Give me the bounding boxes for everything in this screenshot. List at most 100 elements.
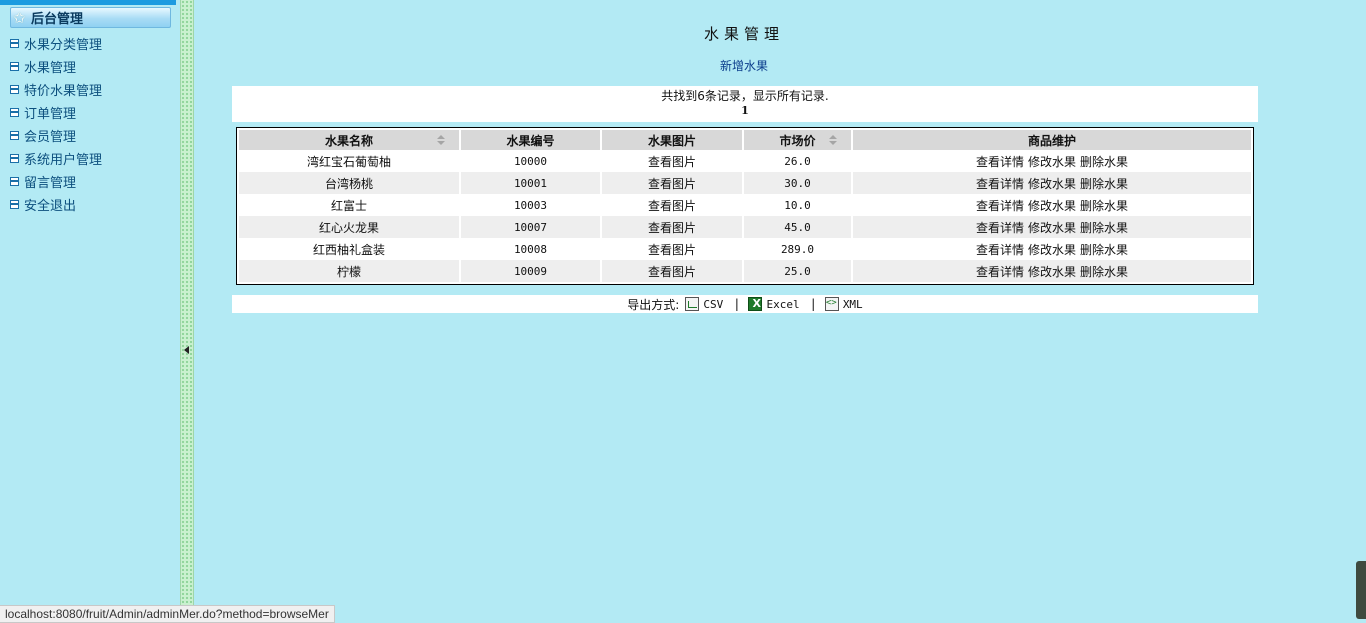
table-row: 红富士 10003 查看图片 10.0 查看详情 修改水果 删除水果 xyxy=(239,194,1251,216)
export-xml-link[interactable]: XML xyxy=(824,297,863,311)
cell-id: 10003 xyxy=(461,194,602,216)
cell-price: 26.0 xyxy=(744,150,853,172)
sidebar-item-system-users[interactable]: 系统用户管理 xyxy=(10,147,102,170)
view-image-link[interactable]: 查看图片 xyxy=(602,260,744,282)
fruit-table: 水果名称 水果编号 水果图片 市场价 商品维护 湾红宝石葡萄柚 10000 查看… xyxy=(239,130,1251,282)
sidebar-menu: 水果分类管理 水果管理 特价水果管理 订单管理 会员管理 系统用户管理 留言管理… xyxy=(10,32,102,216)
star-icon: ✩ xyxy=(13,8,26,27)
cell-id: 10000 xyxy=(461,150,602,172)
view-details-link[interactable]: 查看详情 xyxy=(976,199,1024,213)
export-csv-link[interactable]: CSV xyxy=(685,297,723,311)
sort-icon[interactable] xyxy=(437,135,445,145)
list-bullet-icon xyxy=(10,200,19,209)
view-details-link[interactable]: 查看详情 xyxy=(976,265,1024,279)
delete-fruit-link[interactable]: 删除水果 xyxy=(1080,265,1128,279)
edit-fruit-link[interactable]: 修改水果 xyxy=(1028,221,1076,235)
sidebar-item-label: 安全退出 xyxy=(24,199,77,214)
cell-actions: 查看详情 修改水果 删除水果 xyxy=(853,172,1251,194)
list-bullet-icon xyxy=(10,108,19,117)
view-image-link[interactable]: 查看图片 xyxy=(602,194,744,216)
sidebar: ✩ 后台管理 水果分类管理 水果管理 特价水果管理 订单管理 会员管理 系统用户… xyxy=(0,0,180,623)
sidebar-top-strip xyxy=(0,0,176,5)
table-row: 柠檬 10009 查看图片 25.0 查看详情 修改水果 删除水果 xyxy=(239,260,1251,282)
export-separator: | xyxy=(733,297,741,311)
xml-icon xyxy=(824,297,839,311)
list-bullet-icon xyxy=(10,177,19,186)
sidebar-header-title: 后台管理 xyxy=(31,12,84,27)
sidebar-item-label: 会员管理 xyxy=(24,130,77,145)
cell-price: 25.0 xyxy=(744,260,853,282)
cell-actions: 查看详情 修改水果 删除水果 xyxy=(853,194,1251,216)
sidebar-header[interactable]: ✩ 后台管理 xyxy=(10,7,171,28)
sidebar-item-special-fruit[interactable]: 特价水果管理 xyxy=(10,78,102,101)
sidebar-item-label: 订单管理 xyxy=(24,107,77,122)
cell-price: 30.0 xyxy=(744,172,853,194)
list-bullet-icon xyxy=(10,39,19,48)
main-content: 水果管理 新增水果 共找到6条记录，显示所有记录. 1 水果名称 水果编号 水果… xyxy=(194,0,1366,623)
cell-actions: 查看详情 修改水果 删除水果 xyxy=(853,216,1251,238)
excel-icon xyxy=(748,297,763,311)
cell-actions: 查看详情 修改水果 删除水果 xyxy=(853,260,1251,282)
delete-fruit-link[interactable]: 删除水果 xyxy=(1080,199,1128,213)
table-header-row: 水果名称 水果编号 水果图片 市场价 商品维护 xyxy=(239,130,1251,150)
cell-actions: 查看详情 修改水果 删除水果 xyxy=(853,150,1251,172)
sidebar-item-messages[interactable]: 留言管理 xyxy=(10,170,102,193)
summary-text: 共找到6条记录，显示所有记录. xyxy=(661,89,829,103)
view-image-link[interactable]: 查看图片 xyxy=(602,150,744,172)
delete-fruit-link[interactable]: 删除水果 xyxy=(1080,221,1128,235)
edit-fruit-link[interactable]: 修改水果 xyxy=(1028,177,1076,191)
cell-price: 10.0 xyxy=(744,194,853,216)
column-header-maintenance: 商品维护 xyxy=(853,130,1251,150)
page-title: 水果管理 xyxy=(703,25,784,43)
sidebar-item-category[interactable]: 水果分类管理 xyxy=(10,32,102,55)
view-details-link[interactable]: 查看详情 xyxy=(976,221,1024,235)
fruit-table-container: 水果名称 水果编号 水果图片 市场价 商品维护 湾红宝石葡萄柚 10000 查看… xyxy=(236,127,1254,285)
edit-fruit-link[interactable]: 修改水果 xyxy=(1028,199,1076,213)
sidebar-item-members[interactable]: 会员管理 xyxy=(10,124,102,147)
edge-scroll-widget[interactable] xyxy=(1356,561,1366,619)
view-image-link[interactable]: 查看图片 xyxy=(602,172,744,194)
column-header-image: 水果图片 xyxy=(602,130,744,150)
column-header-price[interactable]: 市场价 xyxy=(744,130,853,150)
view-image-link[interactable]: 查看图片 xyxy=(602,216,744,238)
edit-fruit-link[interactable]: 修改水果 xyxy=(1028,155,1076,169)
view-details-link[interactable]: 查看详情 xyxy=(976,177,1024,191)
export-excel-link[interactable]: Excel xyxy=(748,297,800,311)
delete-fruit-link[interactable]: 删除水果 xyxy=(1080,177,1128,191)
frame-splitter[interactable] xyxy=(180,0,194,623)
cell-id: 10007 xyxy=(461,216,602,238)
cell-price: 289.0 xyxy=(744,238,853,260)
cell-price: 45.0 xyxy=(744,216,853,238)
delete-fruit-link[interactable]: 删除水果 xyxy=(1080,243,1128,257)
view-image-link[interactable]: 查看图片 xyxy=(602,238,744,260)
cell-actions: 查看详情 修改水果 删除水果 xyxy=(853,238,1251,260)
sidebar-item-label: 特价水果管理 xyxy=(24,84,103,99)
cell-id: 10009 xyxy=(461,260,602,282)
delete-fruit-link[interactable]: 删除水果 xyxy=(1080,155,1128,169)
export-bar: 导出方式: CSV | Excel | XML xyxy=(232,295,1258,313)
export-separator: | xyxy=(809,297,817,311)
view-details-link[interactable]: 查看详情 xyxy=(976,155,1024,169)
sidebar-item-label: 水果分类管理 xyxy=(24,38,103,53)
cell-name: 湾红宝石葡萄柚 xyxy=(239,150,461,172)
sidebar-item-fruit[interactable]: 水果管理 xyxy=(10,55,102,78)
result-summary: 共找到6条记录，显示所有记录. 1 xyxy=(232,86,1258,122)
collapse-arrow-icon[interactable] xyxy=(184,346,189,354)
sidebar-item-logout[interactable]: 安全退出 xyxy=(10,193,102,216)
cell-name: 台湾杨桃 xyxy=(239,172,461,194)
add-fruit-link[interactable]: 新增水果 xyxy=(194,57,1294,74)
page-number[interactable]: 1 xyxy=(232,104,1258,118)
view-details-link[interactable]: 查看详情 xyxy=(976,243,1024,257)
cell-name: 柠檬 xyxy=(239,260,461,282)
export-label: 导出方式: xyxy=(627,297,680,312)
edit-fruit-link[interactable]: 修改水果 xyxy=(1028,243,1076,257)
csv-icon xyxy=(685,297,700,311)
list-bullet-icon xyxy=(10,131,19,140)
cell-id: 10001 xyxy=(461,172,602,194)
column-header-name[interactable]: 水果名称 xyxy=(239,130,461,150)
edit-fruit-link[interactable]: 修改水果 xyxy=(1028,265,1076,279)
sort-icon[interactable] xyxy=(829,135,837,145)
list-bullet-icon xyxy=(10,85,19,94)
sidebar-item-orders[interactable]: 订单管理 xyxy=(10,101,102,124)
table-row: 湾红宝石葡萄柚 10000 查看图片 26.0 查看详情 修改水果 删除水果 xyxy=(239,150,1251,172)
